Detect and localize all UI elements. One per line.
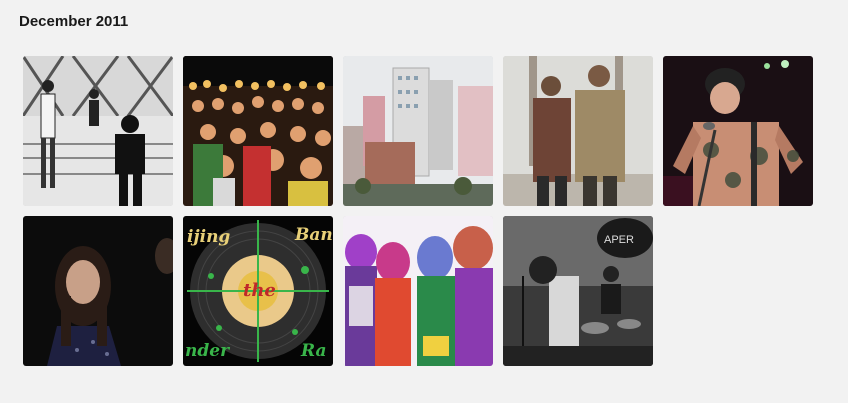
band-bw-bridge-image (23, 56, 173, 206)
woman-portrait-image (23, 216, 173, 366)
photo-grid: ijing Ban the nder Ra APER (23, 56, 823, 366)
photo-thumbnail[interactable] (503, 56, 653, 206)
photo-thumbnail[interactable] (183, 56, 333, 206)
crowd-concert-image (183, 56, 333, 206)
photo-thumbnail[interactable] (343, 56, 493, 206)
record-text-bottom-left: nder (185, 341, 230, 361)
photo-thumbnail[interactable] (343, 216, 493, 366)
colorful-band-image (343, 216, 493, 366)
tattooed-singer-image (663, 56, 813, 206)
record-text-bottom-right: Ra (300, 341, 327, 361)
city-buildings-image (343, 56, 493, 206)
photo-thumbnail[interactable]: APER (503, 216, 653, 366)
record-text-top-right: Ban (294, 225, 333, 245)
band-rehearsal-image: APER (503, 216, 653, 366)
sign-text: APER (604, 234, 634, 246)
record-text-top-left: ijing (187, 227, 230, 247)
record-text-center: the (243, 280, 276, 301)
photo-thumbnail[interactable] (663, 56, 813, 206)
photo-thumbnail[interactable] (23, 56, 173, 206)
two-men-image (503, 56, 653, 206)
photo-thumbnail[interactable] (23, 216, 173, 366)
record-logo-image: ijing Ban the nder Ra (183, 216, 333, 366)
photo-thumbnail[interactable]: ijing Ban the nder Ra (183, 216, 333, 366)
section-heading: December 2011 (19, 13, 129, 30)
